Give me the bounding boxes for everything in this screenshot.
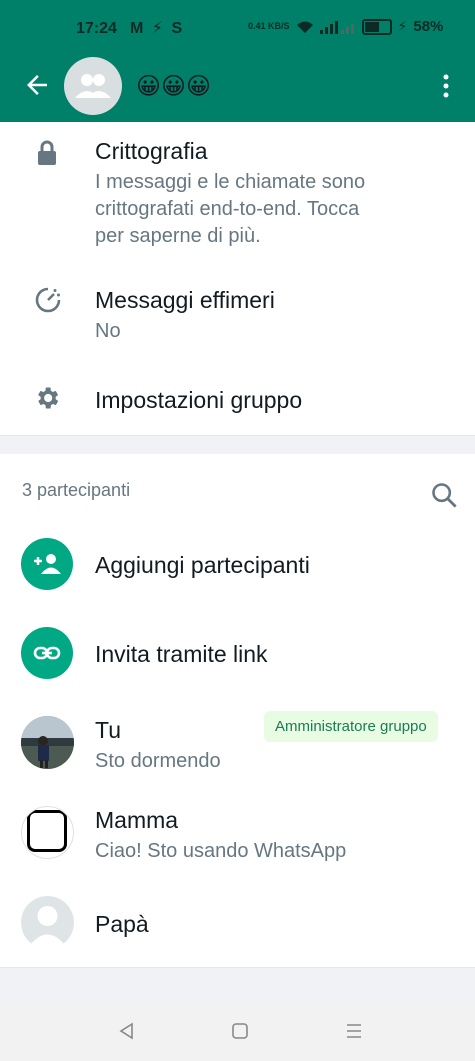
gear-icon <box>32 383 62 413</box>
participant-row[interactable]: Tu Sto dormendo Amministratore gruppo <box>0 705 475 785</box>
group-title[interactable]: 😀😀😀 <box>136 72 211 101</box>
participant-status: Ciao! Sto usando WhatsApp <box>95 840 347 862</box>
ephemeral-messages-row[interactable]: Messaggi effimeri No <box>0 275 475 355</box>
invite-link-label: Invita tramite link <box>95 641 268 667</box>
network-speed: 0.41 KB/S <box>248 21 290 31</box>
timer-icon <box>33 285 63 315</box>
participant-name: Mamma <box>95 807 179 833</box>
link-icon <box>21 627 73 679</box>
participant-row[interactable]: Mamma Ciao! Sto usando WhatsApp <box>0 795 475 875</box>
wifi-icon <box>296 21 313 33</box>
add-participants-row[interactable]: Aggiungi partecipanti <box>0 530 475 600</box>
section-divider <box>0 436 475 454</box>
group-avatar[interactable] <box>64 57 122 115</box>
participants-count: 3 partecipanti <box>22 480 131 500</box>
group-settings-row[interactable]: Impostazioni gruppo <box>0 370 475 430</box>
nav-back-icon[interactable] <box>117 1021 137 1041</box>
avatar <box>21 806 74 859</box>
status-time: 17:24 <box>76 20 117 37</box>
admin-badge: Amministratore gruppo <box>264 711 438 742</box>
nav-home-icon[interactable] <box>230 1021 250 1041</box>
more-vert-icon[interactable] <box>436 72 456 100</box>
encryption-desc-1: I messaggi e le chiamate sono <box>95 171 366 193</box>
encryption-desc-2: crittografati end-to-end. Tocca <box>95 198 360 220</box>
ephemeral-title: Messaggi effimeri <box>95 287 275 313</box>
participant-row[interactable]: Papà <box>0 885 475 960</box>
group-settings-title: Impostazioni gruppo <box>95 387 303 413</box>
avatar <box>21 716 74 769</box>
invite-link-row[interactable]: Invita tramite link <box>0 619 475 689</box>
default-avatar-icon <box>21 896 74 949</box>
signal-icon <box>319 20 354 34</box>
back-arrow-icon[interactable] <box>22 70 52 100</box>
participant-name: Papà <box>95 911 149 937</box>
nav-menu-icon[interactable] <box>344 1021 364 1041</box>
battery-percent: 58% <box>413 18 444 35</box>
group-icon <box>75 74 111 98</box>
section-divider <box>0 968 475 1002</box>
search-icon[interactable] <box>430 481 458 509</box>
encryption-desc-3: per saperne di più. <box>95 225 261 247</box>
status-notification-icons: M ⚡ S <box>130 20 185 37</box>
participant-name: Tu <box>95 717 121 743</box>
battery-icon <box>361 18 392 35</box>
charging-icon: ⚡ <box>397 18 408 34</box>
add-person-icon <box>21 538 73 590</box>
lock-icon <box>32 138 62 168</box>
add-participants-label: Aggiungi partecipanti <box>95 552 310 578</box>
encryption-title: Crittografia <box>95 138 208 164</box>
ephemeral-value: No <box>95 320 121 342</box>
encryption-row[interactable]: Crittografia I messaggi e le chiamate so… <box>0 126 475 254</box>
status-system-icons: 0.41 KB/S ⚡ 58% <box>248 18 443 35</box>
participant-status: Sto dormendo <box>95 750 221 772</box>
